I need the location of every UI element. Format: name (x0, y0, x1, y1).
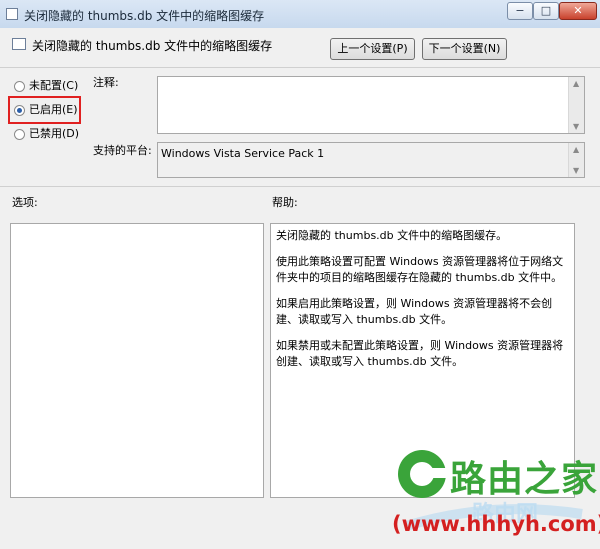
comment-scrollbar[interactable]: ▲ ▼ (568, 77, 584, 133)
options-label: 选项: (12, 196, 38, 209)
help-paragraph: 使用此策略设置可配置 Windows 资源管理器将位于网络文件夹中的项目的缩略图… (276, 255, 564, 284)
platform-value: Windows Vista Service Pack 1 (161, 147, 325, 160)
separator (0, 186, 600, 187)
setting-icon (12, 38, 26, 50)
previous-setting-button[interactable]: 上一个设置(P) (330, 38, 415, 60)
policy-icon (6, 8, 18, 20)
platform-label: 支持的平台: (93, 144, 152, 157)
comment-field[interactable]: ▲ ▼ (157, 76, 585, 134)
platform-field: Windows Vista Service Pack 1 ▲ ▼ (157, 142, 585, 178)
maximize-button[interactable]: □ (533, 2, 559, 20)
next-setting-button[interactable]: 下一个设置(N) (422, 38, 507, 60)
setting-title: 关闭隐藏的 thumbs.db 文件中的缩略图缓存 (32, 39, 273, 53)
radio-circle (14, 80, 25, 92)
radio-disabled[interactable]: 已禁用(D) (14, 125, 79, 141)
platform-scrollbar[interactable]: ▲ ▼ (568, 143, 584, 177)
watermark-brand: 路由之家 (450, 459, 599, 500)
scroll-up-icon[interactable]: ▲ (573, 79, 579, 88)
watermark: 路由之家 路由网 (www.hhhyh.com) (392, 440, 600, 545)
separator (0, 67, 600, 68)
minimize-button[interactable]: − (507, 2, 533, 20)
comment-label: 注释: (93, 76, 119, 89)
options-pane[interactable] (10, 223, 264, 498)
radio-circle (14, 128, 25, 140)
window-title: 关闭隐藏的 thumbs.db 文件中的缩略图缓存 (24, 9, 265, 23)
help-label: 帮助: (272, 196, 298, 209)
scroll-down-icon[interactable]: ▼ (573, 166, 579, 175)
scroll-up-icon[interactable]: ▲ (573, 145, 579, 154)
radio-label: 已禁用(D) (29, 127, 80, 140)
help-content: 关闭隐藏的 thumbs.db 文件中的缩略图缓存。 使用此策略设置可配置 Wi… (276, 228, 566, 380)
scroll-down-icon[interactable]: ▼ (573, 122, 579, 131)
watermark-url: (www.hhhyh.com) (392, 512, 600, 536)
help-paragraph: 如果禁用或未配置此策略设置，则 Windows 资源管理器将创建、读取或写入 t… (276, 339, 564, 368)
close-button[interactable]: ✕ (559, 2, 597, 20)
highlight-box (8, 96, 81, 124)
help-paragraph: 如果启用此策略设置，则 Windows 资源管理器将不会创建、读取或写入 thu… (276, 297, 553, 326)
radio-label: 未配置(C) (29, 79, 79, 92)
help-paragraph: 关闭隐藏的 thumbs.db 文件中的缩略图缓存。 (276, 229, 508, 242)
radio-not-configured[interactable]: 未配置(C) (14, 77, 78, 93)
